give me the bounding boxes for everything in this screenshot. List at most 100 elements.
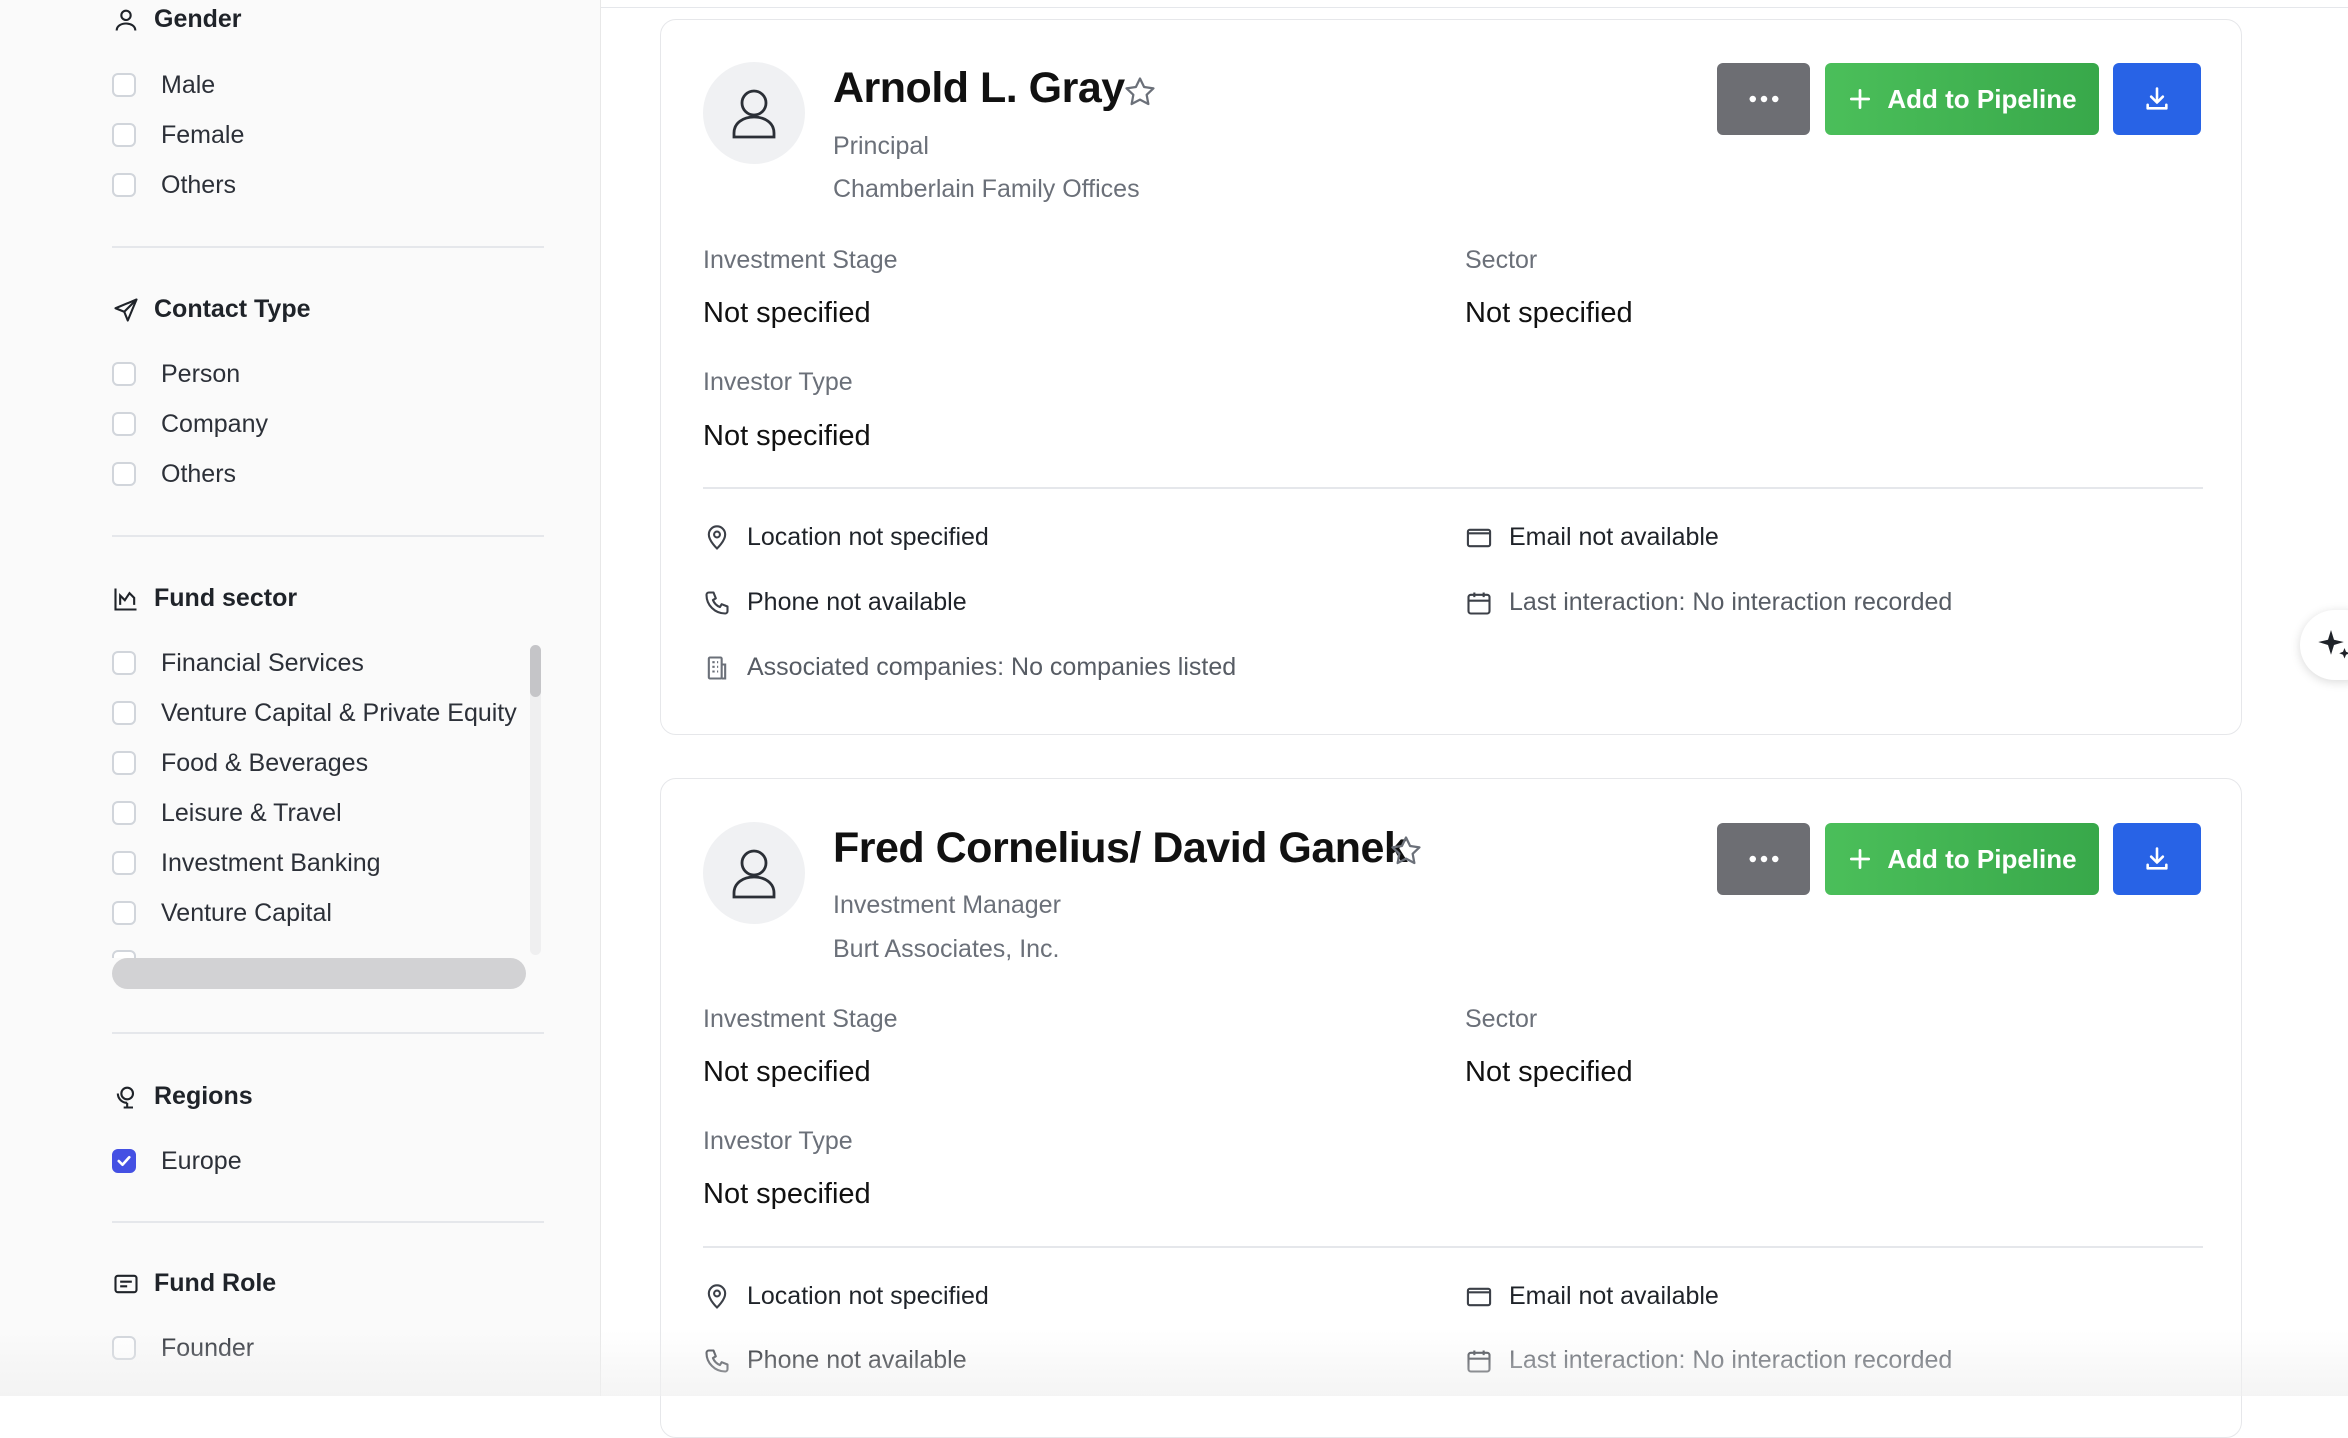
ellipsis-icon — [1749, 855, 1778, 863]
option-label: Company — [161, 409, 268, 438]
option-label: Leisure & Travel — [161, 798, 342, 827]
horizontal-scrollbar-thumb[interactable] — [112, 958, 526, 989]
checkbox[interactable] — [112, 362, 136, 386]
checkbox[interactable] — [112, 801, 136, 825]
download-icon — [2146, 847, 2168, 870]
calendar-icon — [1467, 592, 1491, 615]
download-button[interactable] — [2113, 63, 2201, 135]
divider — [703, 1246, 2203, 1248]
filter-option-venture-capital[interactable]: Venture Capital — [112, 896, 332, 930]
ellipsis-icon — [1749, 95, 1778, 103]
last-interaction-info: Last interaction: No interaction recorde… — [1465, 1346, 1952, 1375]
ai-assistant-button[interactable] — [2300, 610, 2348, 680]
checkbox[interactable] — [112, 462, 136, 486]
filter-title: Contact Type — [154, 295, 311, 323]
checkbox[interactable] — [112, 701, 136, 725]
filter-option-financial-services[interactable]: Financial Services — [112, 646, 364, 680]
contact-name: Fred Cornelius/ David Ganek — [833, 824, 1408, 872]
option-label: Europe — [161, 1146, 242, 1175]
phone-text: Phone not available — [747, 588, 967, 616]
investor-type-label: Investor Type — [703, 368, 853, 396]
sector-label: Sector — [1465, 246, 1538, 274]
filter-option-company[interactable]: Company — [112, 407, 268, 441]
checkbox[interactable] — [112, 73, 136, 97]
download-icon — [2146, 87, 2168, 110]
filter-option-founder[interactable]: Founder — [112, 1331, 254, 1365]
checkbox[interactable] — [112, 851, 136, 875]
filter-option-europe[interactable]: Europe — [112, 1144, 242, 1178]
option-label: Investment Banking — [161, 848, 381, 877]
checkbox[interactable] — [112, 1336, 136, 1360]
map-pin-icon — [707, 524, 727, 550]
sector-label: Sector — [1465, 1005, 1538, 1033]
divider — [112, 246, 544, 248]
filter-section-fund-role[interactable]: Fund Role — [112, 1269, 276, 1298]
sparkle-icon — [2318, 630, 2348, 659]
checkbox[interactable] — [112, 173, 136, 197]
location-info: Location not specified — [703, 1282, 989, 1311]
associated-companies-info: Associated companies: No companies liste… — [703, 653, 1236, 682]
sector-value: Not specified — [1465, 297, 1633, 329]
add-to-pipeline-button[interactable]: Add to Pipeline — [1825, 63, 2099, 135]
email-text: Email not available — [1509, 1282, 1719, 1310]
contact-name: Arnold L. Gray — [833, 64, 1125, 112]
filter-title: Fund sector — [154, 584, 298, 612]
filter-option-investment-banking[interactable]: Investment Banking — [112, 846, 381, 880]
sector-value: Not specified — [1465, 1056, 1633, 1088]
email-text: Email not available — [1509, 523, 1719, 551]
add-to-pipeline-button[interactable]: Add to Pipeline — [1825, 823, 2099, 895]
checkbox[interactable] — [112, 123, 136, 147]
divider — [112, 1032, 544, 1034]
option-label: Venture Capital — [161, 898, 332, 927]
user-icon — [732, 89, 776, 139]
more-options-button[interactable] — [1717, 823, 1810, 895]
mail-icon — [1466, 528, 1492, 547]
phone-icon — [705, 1348, 729, 1373]
phone-icon — [705, 590, 729, 615]
filter-option-female[interactable]: Female — [112, 118, 244, 152]
option-label: Person — [161, 359, 241, 388]
filter-option-vc-pe[interactable]: Venture Capital & Private Equity — [112, 696, 517, 730]
clipped-option — [112, 948, 532, 958]
investor-type-value: Not specified — [703, 1178, 871, 1210]
associated-companies-text: Associated companies: No companies liste… — [747, 653, 1237, 681]
filter-section-fund-sector[interactable]: Fund sector — [112, 584, 297, 613]
location-info: Location not specified — [703, 523, 989, 552]
checkbox[interactable] — [112, 651, 136, 675]
checkbox[interactable] — [112, 412, 136, 436]
checkbox-checked[interactable] — [112, 1149, 136, 1173]
filter-option-others[interactable]: Others — [112, 457, 236, 491]
contact-role: Investment Manager — [833, 891, 1061, 919]
filter-option-male[interactable]: Male — [112, 68, 215, 102]
filter-title: Gender — [154, 5, 242, 33]
filter-section-regions[interactable]: Regions — [112, 1082, 253, 1111]
button-label: Add to Pipeline — [1887, 843, 2077, 874]
download-button[interactable] — [2113, 823, 2201, 895]
checkbox[interactable] — [112, 901, 136, 925]
filter-option-others[interactable]: Others — [112, 168, 236, 202]
option-label: Others — [161, 170, 237, 199]
filter-option-food-beverages[interactable]: Food & Beverages — [112, 746, 368, 780]
contact-company: Burt Associates, Inc. — [833, 935, 1060, 963]
filter-option-person[interactable]: Person — [112, 357, 240, 391]
user-icon — [732, 849, 776, 899]
investment-stage-label: Investment Stage — [703, 246, 898, 274]
star-icon[interactable] — [1389, 834, 1423, 868]
investor-type-label: Investor Type — [703, 1127, 853, 1155]
investment-stage-label: Investment Stage — [703, 1005, 898, 1033]
contact-company: Chamberlain Family Offices — [833, 175, 1140, 203]
star-icon[interactable] — [1123, 75, 1157, 109]
checkbox[interactable] — [112, 751, 136, 775]
vertical-scrollbar-thumb[interactable] — [530, 645, 541, 697]
phone-info: Phone not available — [703, 1346, 967, 1375]
filter-option-leisure-travel[interactable]: Leisure & Travel — [112, 796, 342, 830]
filter-section-contact-type[interactable]: Contact Type — [112, 295, 311, 324]
investor-card: Fred Cornelius/ David Ganek Investment M… — [660, 778, 2242, 1438]
filter-title: Fund Role — [154, 1269, 277, 1297]
filter-section-gender[interactable]: Gender — [112, 5, 242, 34]
globe-stand-icon — [116, 1086, 135, 1109]
filter-title: Regions — [154, 1082, 253, 1110]
more-options-button[interactable] — [1717, 63, 1810, 135]
last-interaction-text: Last interaction: No interaction recorde… — [1509, 588, 1953, 616]
building-icon — [707, 655, 727, 680]
